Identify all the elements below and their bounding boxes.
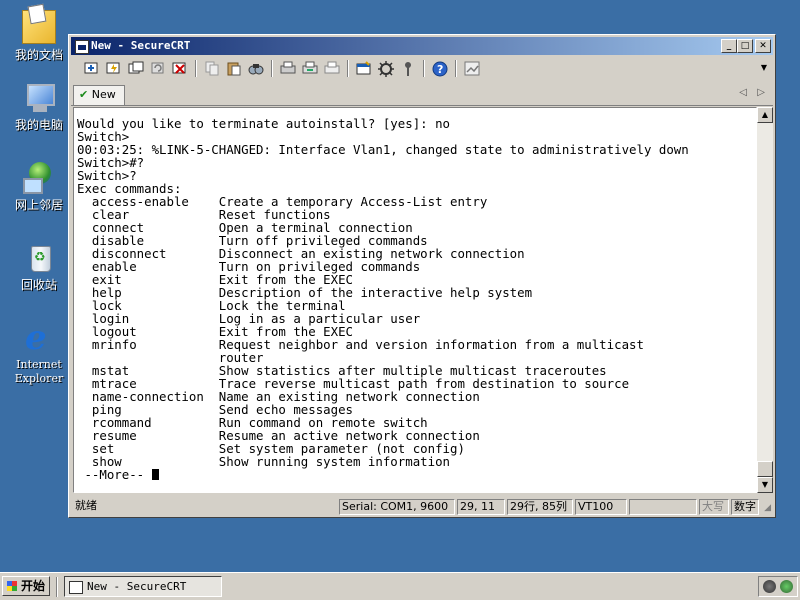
terminal-line: 00:03:25: %LINK-5-CHANGED: Interface Vla… [77,142,689,157]
securecrt-window: New - SecureCRT _ □ ✕ ? ▼ ✔ New ◁ ▷ Woul… [68,34,776,518]
find-icon[interactable] [247,60,265,77]
securecrt-app-icon[interactable] [75,40,89,54]
print-setup-icon[interactable] [323,60,341,77]
tray-network-icon[interactable] [780,580,793,593]
paste-icon[interactable] [225,60,243,77]
svg-text:?: ? [437,63,443,76]
desktop-icon-recycle-bin[interactable]: 回收站 [8,242,70,292]
taskbar-separator [56,577,58,597]
start-label: 开始 [21,579,46,593]
status-serial: Serial: COM1, 9600 [339,499,455,515]
status-emulation: VT100 [575,499,627,515]
windows-flag-icon [7,581,17,591]
scroll-up-icon[interactable]: ▲ [757,107,773,123]
window-title: New - SecureCRT [91,39,191,52]
desktop-icon-my-computer[interactable]: 我的电脑 [8,82,70,132]
desktop-icon-network-places[interactable]: 网上邻居 [8,162,70,212]
quick-connect-icon[interactable] [105,60,123,77]
connect-in-tab-icon[interactable] [127,60,145,77]
resize-grip-icon[interactable]: ◢ [764,503,771,513]
tab-new[interactable]: ✔ New [73,85,125,105]
desktop-icon-label: Internet Explorer [14,358,64,385]
toolbar: ? ▼ [73,57,771,81]
securecrt-task-icon [69,581,83,594]
terminal-output: Would you like to terminate autoinstall?… [77,117,689,481]
global-options-icon[interactable] [377,60,395,77]
keymap-icon[interactable] [399,60,417,77]
desktop-icon-label: 我的电脑 [14,118,63,132]
close-button[interactable]: ✕ [755,39,771,53]
print-icon[interactable] [279,60,297,77]
statusbar: 就绪 Serial: COM1, 9600 29, 11 29行, 85列 VT… [71,497,773,517]
help-icon[interactable]: ? [431,60,449,77]
toolbar-separator [347,60,349,77]
toolbar-separator [423,60,425,77]
tab-label: New [91,88,116,101]
terminal-view[interactable]: Would you like to terminate autoinstall?… [73,107,757,493]
taskbar-button-label: New - SecureCRT [87,580,187,593]
print-selection-icon[interactable] [301,60,319,77]
desktop-icon-my-documents[interactable]: 我的文档 [8,2,70,62]
network-places-icon [23,162,55,194]
status-blank [629,499,697,515]
tab-scroll-right-icon[interactable]: ▷ [757,87,765,98]
status-position: 29, 11 [457,499,505,515]
session-tabstrip: ✔ New ◁ ▷ [71,83,773,106]
start-button[interactable]: 开始 [2,576,50,596]
my-documents-icon [22,10,56,44]
desktop-icon-label: 回收站 [20,278,57,292]
connected-check-icon: ✔ [79,88,89,101]
toolbar-separator [271,60,273,77]
taskbar-button-securecrt[interactable]: New - SecureCRT [64,576,222,597]
status-ready: 就绪 [75,499,97,512]
toolbar-separator [195,60,197,77]
desktop-icon-label: 我的文档 [14,48,63,62]
scroll-thumb[interactable] [757,461,773,477]
desktop-icon-internet-explorer[interactable]: e Internet Explorer [8,318,70,386]
tab-scroll-left-icon[interactable]: ◁ [739,87,747,98]
maximize-button[interactable]: □ [737,39,753,53]
terminal-lines: Would you like to terminate autoinstall?… [77,116,689,469]
internet-explorer-icon: e [25,318,47,358]
sftp-icon[interactable] [463,60,481,77]
toolbar-separator [455,60,457,77]
status-caps: 大写 [699,499,729,515]
status-num: 数字 [731,499,759,515]
system-tray [758,576,798,597]
copy-icon[interactable] [203,60,221,77]
terminal-cursor [151,469,159,480]
vertical-scrollbar[interactable]: ▲ ▼ [757,107,773,493]
minimize-button[interactable]: _ [721,39,737,53]
scroll-down-icon[interactable]: ▼ [757,477,773,493]
session-options-icon[interactable] [355,60,373,77]
desktop-icon-label: 网上邻居 [14,198,63,212]
toolbar-overflow-icon[interactable]: ▼ [761,63,767,72]
terminal-line: Would you like to terminate autoinstall?… [77,116,450,131]
my-computer-icon [23,82,55,114]
recycle-bin-icon [23,242,55,274]
tray-sound-icon[interactable] [763,580,776,593]
status-rowcol: 29行, 85列 [507,499,573,515]
connect-icon[interactable] [83,60,101,77]
reconnect-icon[interactable] [149,60,167,77]
window-titlebar[interactable]: New - SecureCRT _ □ ✕ [71,37,773,55]
more-prompt: --More-- [77,467,152,482]
taskbar: 开始 New - SecureCRT [0,572,800,600]
disconnect-icon[interactable] [171,60,189,77]
